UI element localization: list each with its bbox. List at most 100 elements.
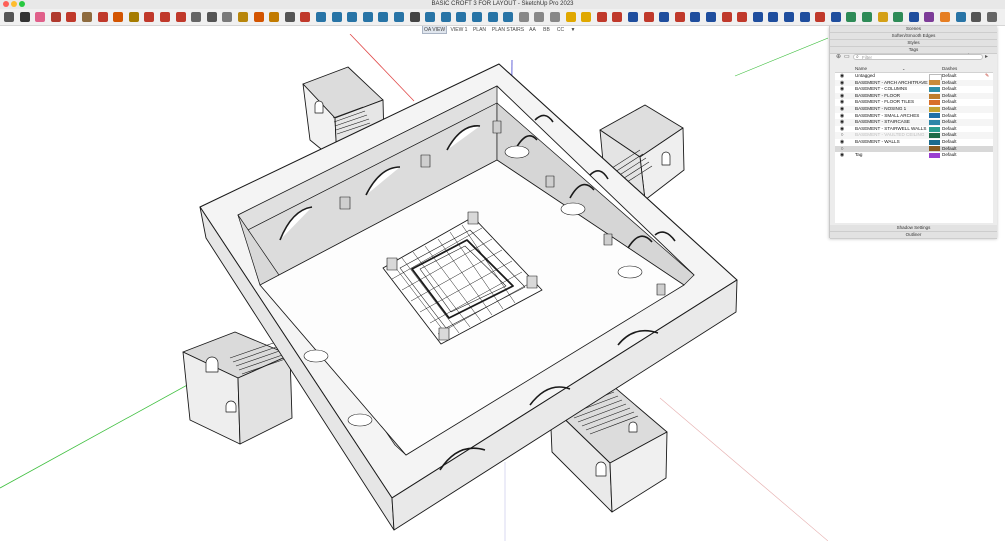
- tag-row[interactable]: ◉ BASEMENT - STAIRCASE Default: [835, 119, 993, 126]
- tag-name[interactable]: BASEMENT - WALLS: [855, 139, 928, 146]
- tag-color-swatch[interactable]: [929, 93, 940, 99]
- tag-row[interactable]: ◉ Untagged Default ✎: [835, 73, 993, 81]
- cube-icon[interactable]: [922, 10, 936, 24]
- align-icon[interactable]: [782, 10, 796, 24]
- tag-row[interactable]: ◉ BASEMENT - WALLS Default: [835, 139, 993, 146]
- offset-icon[interactable]: [111, 10, 125, 24]
- eye-visible-icon[interactable]: ◉: [838, 126, 846, 133]
- dashes-column-header[interactable]: Dashes: [942, 65, 957, 72]
- scene-tabs-more-icon[interactable]: ▼: [569, 26, 577, 34]
- tag-dashes[interactable]: Default: [942, 106, 957, 113]
- tag-dashes[interactable]: Default: [942, 80, 957, 87]
- eye-visible-icon[interactable]: ◉: [838, 80, 846, 87]
- tag-dashes[interactable]: Default: [942, 119, 957, 126]
- zoom-tool-icon[interactable]: [2, 10, 16, 24]
- walk-tool-icon[interactable]: [314, 10, 328, 24]
- top-view-icon[interactable]: [439, 10, 453, 24]
- right-view-icon[interactable]: [470, 10, 484, 24]
- tag-row[interactable]: ◉ BASEMENT - FLOOR TILES Default: [835, 99, 993, 106]
- tag-name[interactable]: BASEMENT - ARCH ARCHITRAVES: [855, 80, 928, 87]
- xray-icon[interactable]: [517, 10, 531, 24]
- tag-name[interactable]: BASEMENT - SMALL ARCHES: [855, 113, 928, 120]
- tag-dashes[interactable]: Default: [942, 126, 957, 133]
- tag-row[interactable]: ◉ BASEMENT - FLOOR Default: [835, 92, 993, 100]
- back-view-icon[interactable]: [486, 10, 500, 24]
- account-icon[interactable]: [985, 10, 999, 24]
- solid-intersect-icon[interactable]: [657, 10, 671, 24]
- pan-tool-icon[interactable]: [189, 10, 203, 24]
- basement-croft-model[interactable]: [182, 63, 738, 531]
- tag-row[interactable]: ◉ BASEMENT - NOSING 1 Default: [835, 106, 993, 113]
- tag-name[interactable]: BASEMENT - VAULTED CEILING: [855, 132, 928, 139]
- tag-dashes[interactable]: Default: [942, 93, 957, 100]
- sandbox-icon[interactable]: [704, 10, 718, 24]
- scale-tool-icon[interactable]: [174, 10, 188, 24]
- shaded-textures-icon[interactable]: [579, 10, 593, 24]
- move-tool-icon[interactable]: [142, 10, 156, 24]
- line-tool-icon[interactable]: [49, 10, 63, 24]
- sort-chevron-icon[interactable]: ⌄: [902, 65, 905, 72]
- eye-visible-icon[interactable]: ◉: [838, 139, 846, 146]
- wireframe-icon[interactable]: [532, 10, 546, 24]
- profile-icon[interactable]: [954, 10, 968, 24]
- front-view-icon[interactable]: [454, 10, 468, 24]
- tag-name[interactable]: BASEMENT - STAIRCASE: [855, 119, 928, 126]
- follow-me-icon[interactable]: [127, 10, 141, 24]
- eye-visible-icon[interactable]: ◉: [838, 113, 846, 120]
- eye-visible-icon[interactable]: ◉: [838, 93, 846, 100]
- add-tag-folder-icon[interactable]: ▭: [844, 54, 850, 61]
- bezier-icon[interactable]: [766, 10, 780, 24]
- tag-row[interactable]: ○ Default: [835, 145, 993, 153]
- tag-color-swatch[interactable]: [929, 119, 940, 125]
- position-camera-icon[interactable]: [330, 10, 344, 24]
- flip-icon[interactable]: [829, 10, 843, 24]
- name-column-header[interactable]: Name: [855, 65, 867, 72]
- protractor-icon[interactable]: [267, 10, 281, 24]
- eye-visible-icon[interactable]: ◉: [838, 119, 846, 126]
- eye-visible-icon[interactable]: ◉: [838, 152, 846, 159]
- tray-panel-shadow-settings[interactable]: Shadow Settings: [830, 225, 997, 232]
- solid-split-icon[interactable]: [688, 10, 702, 24]
- tape-measure-icon[interactable]: [220, 10, 234, 24]
- left-view-icon[interactable]: [501, 10, 515, 24]
- tag-row[interactable]: ◉ BASEMENT - SMALL ARCHES Default: [835, 113, 993, 120]
- look-around-icon[interactable]: [345, 10, 359, 24]
- gear-icon[interactable]: [876, 10, 890, 24]
- tag-row[interactable]: ◉ BASEMENT - STAIRWELL WALLS Default: [835, 126, 993, 133]
- tag-color-swatch[interactable]: [929, 133, 940, 139]
- eye-visible-icon[interactable]: ◉: [838, 99, 846, 106]
- add-tag-icon[interactable]: ⊕: [836, 54, 841, 61]
- tag-row[interactable]: ○ BASEMENT - VAULTED CEILING Default: [835, 132, 993, 139]
- tag-name[interactable]: BASEMENT - COLUMNS: [855, 86, 928, 93]
- tags-details-icon[interactable]: ▸: [985, 54, 988, 61]
- push-pull-icon[interactable]: [96, 10, 110, 24]
- tag-dashes[interactable]: Default: [942, 113, 957, 120]
- model-viewport[interactable]: [0, 34, 828, 541]
- tag-dashes[interactable]: Default: [942, 139, 957, 146]
- eraser-icon[interactable]: [33, 10, 47, 24]
- tag-color-swatch[interactable]: [929, 80, 940, 86]
- tag-row[interactable]: ◉ BASEMENT - ARCH ARCHITRAVES Default: [835, 79, 993, 87]
- section-plane-icon[interactable]: [252, 10, 266, 24]
- fire-icon[interactable]: [938, 10, 952, 24]
- orbit-tool-icon[interactable]: [205, 10, 219, 24]
- tag-color-swatch[interactable]: [929, 146, 940, 152]
- tag-dashes[interactable]: Default: [942, 86, 957, 93]
- scene-tab-plan[interactable]: PLAN: [471, 26, 488, 34]
- tag-name[interactable]: Untagged: [855, 73, 928, 80]
- scene-tab-aa[interactable]: AA: [527, 26, 538, 34]
- tag-name[interactable]: BASEMENT - NOSING 1: [855, 106, 928, 113]
- tag-row[interactable]: ◉ Tag Default: [835, 152, 993, 159]
- tag-name[interactable]: Tag: [855, 152, 928, 159]
- freehand-icon[interactable]: [64, 10, 78, 24]
- tray-panel-soften-edges[interactable]: Soften/Smooth Edges: [830, 33, 997, 40]
- solid-trim-icon[interactable]: [673, 10, 687, 24]
- tag-dashes[interactable]: Default: [942, 146, 957, 153]
- tag-color-swatch[interactable]: [929, 139, 940, 145]
- shape-bender-icon[interactable]: [844, 10, 858, 24]
- component-icon[interactable]: [595, 10, 609, 24]
- tray-panel-outliner[interactable]: Outliner: [830, 232, 997, 239]
- scene-tab-view-1[interactable]: VIEW 1: [449, 26, 469, 34]
- scene-tab-oa-view[interactable]: OA VIEW: [422, 26, 447, 34]
- curve-icon[interactable]: [751, 10, 765, 24]
